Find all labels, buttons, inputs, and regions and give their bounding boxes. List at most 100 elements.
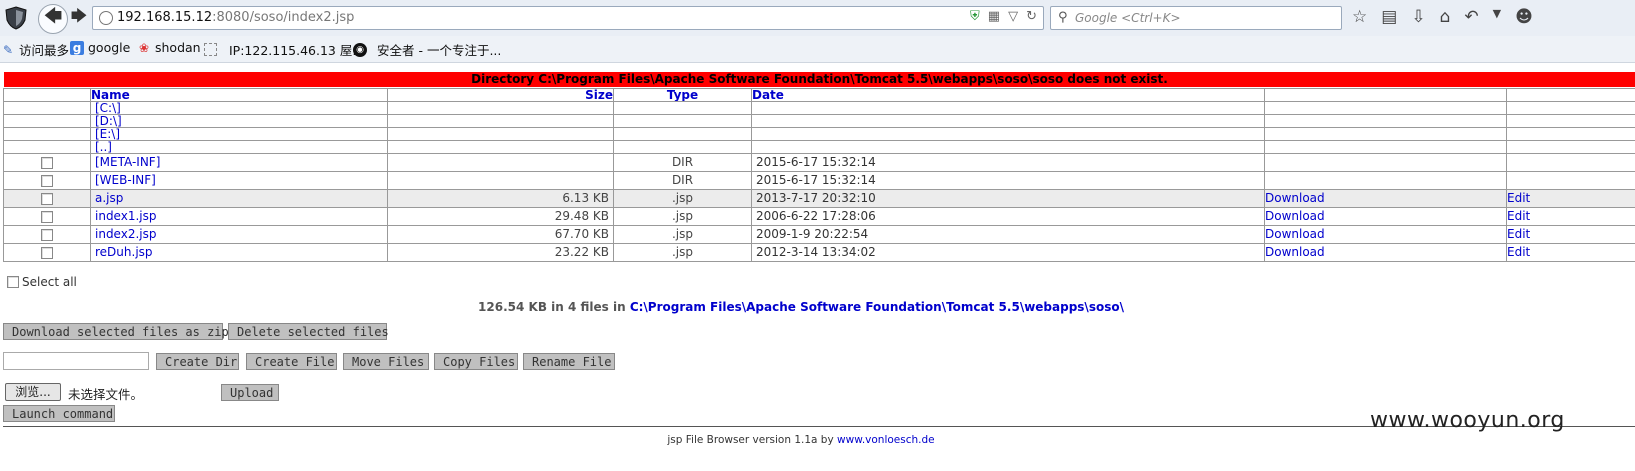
browse-button[interactable]: 浏览... <box>5 383 61 401</box>
download-zip-button[interactable]: Download selected files as zip <box>3 323 229 340</box>
file-date: 2009-1-9 20:22:54 <box>751 225 1265 244</box>
bookmark-google[interactable]: g google <box>70 40 130 55</box>
drive-row: [D:\] <box>3 114 1635 128</box>
edit-link[interactable]: Edit <box>1508 227 1531 241</box>
edit-link[interactable]: Edit <box>1508 245 1531 259</box>
create-dir-button[interactable]: Create Dir <box>156 353 239 370</box>
file-name-link[interactable]: index1.jsp <box>95 209 156 223</box>
table-header: Name Size Type Date <box>3 88 1635 102</box>
table-row: a.jsp 6.13 KB .jsp 2013-7-17 20:32:10 Do… <box>3 189 1635 208</box>
download-link[interactable]: Download <box>1266 209 1325 223</box>
header-type[interactable]: Type <box>613 88 752 102</box>
drive-link[interactable]: [E:\] <box>95 129 120 140</box>
file-size: 67.70 KB <box>387 225 614 244</box>
search-bar[interactable]: ⚲ Google <Ctrl+K> <box>1050 6 1342 30</box>
file-name-link[interactable]: reDuh.jsp <box>95 245 153 259</box>
back-arrow-icon[interactable]: 🡄 <box>38 4 68 34</box>
file-name-link[interactable]: index2.jsp <box>95 227 156 241</box>
header-size[interactable]: Size <box>387 88 614 102</box>
bookmark-ip[interactable]: IP:122.115.46.13 屋... <box>204 40 364 59</box>
file-name-link[interactable]: [META-INF] <box>95 155 160 169</box>
download-icon[interactable]: ⇩ <box>1411 7 1425 27</box>
star-icon[interactable]: ☆ <box>1352 7 1367 27</box>
table-row: reDuh.jsp 23.22 KB .jsp 2012-3-14 13:34:… <box>3 243 1635 262</box>
upload-button[interactable]: Upload <box>221 384 279 401</box>
table-row: index2.jsp 67.70 KB .jsp 2009-1-9 20:22:… <box>3 225 1635 244</box>
most-visited-icon: ✎ <box>2 42 14 57</box>
smiley-icon[interactable]: ☻ <box>1515 7 1533 27</box>
globe-icon <box>99 11 113 25</box>
file-size: 23.22 KB <box>387 243 614 262</box>
row-checkbox[interactable] <box>41 156 53 169</box>
directory-path: C:\Program Files\Apache Software Foundat… <box>629 300 1124 314</box>
drive-row: [E:\] <box>3 127 1635 141</box>
select-all-label: Select all <box>22 275 77 289</box>
row-checkbox[interactable] <box>41 174 53 187</box>
download-link[interactable]: Download <box>1266 227 1325 241</box>
file-name-link[interactable]: a.jsp <box>95 191 123 205</box>
table-row: index1.jsp 29.48 KB .jsp 2006-6-22 17:28… <box>3 207 1635 226</box>
download-link[interactable]: Download <box>1266 245 1325 259</box>
drive-link[interactable]: [D:\] <box>95 116 122 127</box>
edit-link[interactable]: Edit <box>1508 209 1531 223</box>
bookmark-anquanzhe[interactable]: ◉ 安全者 - 一个专注于... <box>353 40 501 59</box>
file-date: 2015-6-17 15:32:14 <box>751 153 1265 172</box>
rename-file-button[interactable]: Rename File <box>523 353 615 370</box>
row-checkbox[interactable] <box>41 192 53 205</box>
edit-link[interactable]: Edit <box>1508 191 1531 205</box>
file-size <box>387 153 614 172</box>
delete-files-button[interactable]: Delete selected files <box>228 323 389 340</box>
file-type: .jsp <box>613 189 752 208</box>
search-placeholder: Google <Ctrl+K> <box>1075 11 1181 25</box>
row-checkbox[interactable] <box>41 246 53 259</box>
watermark: www.wooyun.org <box>1370 408 1565 433</box>
shield-check-icon[interactable]: ⛨ <box>970 9 980 24</box>
drive-link[interactable]: [C:\] <box>95 103 121 114</box>
clipboard-icon[interactable]: ▤ <box>1381 7 1397 27</box>
shodan-icon: ❀ <box>138 40 150 55</box>
create-file-button[interactable]: Create File <box>246 353 337 370</box>
file-type: .jsp <box>613 243 752 262</box>
file-name-link[interactable]: [WEB-INF] <box>95 173 156 187</box>
file-type: .jsp <box>613 207 752 226</box>
no-file-selected-text: 未选择文件。 <box>68 387 144 402</box>
file-size: 6.13 KB <box>387 189 614 208</box>
qr-code-icon[interactable]: ▦ <box>988 9 1000 24</box>
table-row: [WEB-INF] DIR 2015-6-17 15:32:14 <box>3 171 1635 190</box>
launch-command-button[interactable]: Launch command <box>3 405 115 422</box>
url-text: 192.168.15.12:8080/soso/index2.jsp <box>117 10 355 25</box>
page-content: Directory C:\Program Files\Apache Softwa… <box>0 62 1635 471</box>
footer: jsp File Browser version 1.1a by www.von… <box>667 434 935 446</box>
github-icon: ◉ <box>353 42 367 57</box>
drive-row: [C:\] <box>3 101 1635 115</box>
bookmark-shodan[interactable]: ❀ shodan <box>137 40 201 55</box>
header-name[interactable]: Name <box>90 88 388 102</box>
move-files-button[interactable]: Move Files <box>343 353 429 370</box>
undo-icon[interactable]: ↶ <box>1464 7 1478 27</box>
file-size: 29.48 KB <box>387 207 614 226</box>
bookmark-most-visited[interactable]: ✎ 访问最多 <box>1 40 69 59</box>
browser-toolbar: 🡄 🡆 192.168.15.12:8080/soso/index2.jsp ⛨… <box>0 0 1635 37</box>
home-icon[interactable]: ⌂ <box>1440 7 1451 27</box>
file-date: 2012-3-14 13:34:02 <box>751 243 1265 262</box>
download-link[interactable]: Download <box>1266 191 1325 205</box>
directory-summary: 126.54 KB in 4 files in C:\Program Files… <box>478 300 1124 314</box>
dropdown-icon[interactable]: ▽ <box>1008 9 1018 24</box>
url-bar[interactable]: 192.168.15.12:8080/soso/index2.jsp ⛨ ▦ ▽… <box>92 6 1044 30</box>
copy-files-button[interactable]: Copy Files <box>434 353 518 370</box>
select-all-checkbox[interactable] <box>7 276 19 288</box>
reload-icon[interactable]: ↻ <box>1026 9 1037 24</box>
chevron-down-icon[interactable]: ▼ <box>1493 7 1501 27</box>
file-date: 2015-6-17 15:32:14 <box>751 171 1265 190</box>
drive-row: [..] <box>3 140 1635 154</box>
row-checkbox[interactable] <box>41 210 53 223</box>
shield-icon[interactable] <box>4 6 28 30</box>
row-checkbox[interactable] <box>41 228 53 241</box>
parent-dir-link[interactable]: [..] <box>95 142 112 153</box>
select-all[interactable]: Select all <box>7 275 77 289</box>
name-input[interactable] <box>3 352 149 370</box>
error-banner: Directory C:\Program Files\Apache Softwa… <box>4 72 1635 87</box>
forward-arrow-icon[interactable]: 🡆 <box>70 6 88 28</box>
footer-link[interactable]: www.vonloesch.de <box>837 434 935 446</box>
header-date[interactable]: Date <box>751 88 1265 102</box>
